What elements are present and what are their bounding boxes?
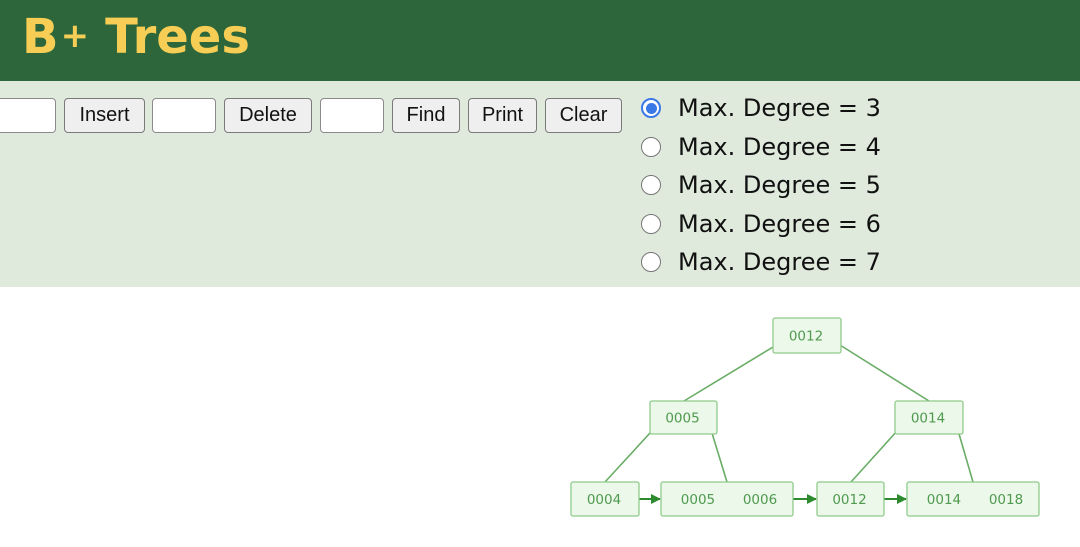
node-key: 0005	[681, 492, 715, 508]
node-key: 0004	[587, 492, 621, 508]
node-key: 0006	[743, 492, 777, 508]
internal-node: 0005	[649, 400, 718, 435]
internal-node: 0014	[894, 400, 964, 435]
node-key: 0018	[989, 492, 1023, 508]
node-key: 0012	[832, 492, 866, 508]
bplus-tree-diagram: 0012 0005 0014 0004 0005 0006 0012 0014 0018	[570, 317, 1040, 517]
node-key: 0014	[911, 411, 945, 427]
node-key: 0012	[789, 329, 823, 345]
tree-edge	[831, 339, 930, 402]
leaf-node: 0014 0018	[906, 481, 1040, 517]
leaf-node: 0005 0006	[660, 481, 794, 517]
tree-edge	[683, 340, 784, 402]
leaf-node: 0012	[816, 481, 885, 517]
node-key: 0005	[665, 411, 699, 427]
root-node: 0012	[772, 317, 842, 354]
node-key: 0014	[927, 492, 961, 508]
leaf-node: 0004	[570, 481, 640, 517]
